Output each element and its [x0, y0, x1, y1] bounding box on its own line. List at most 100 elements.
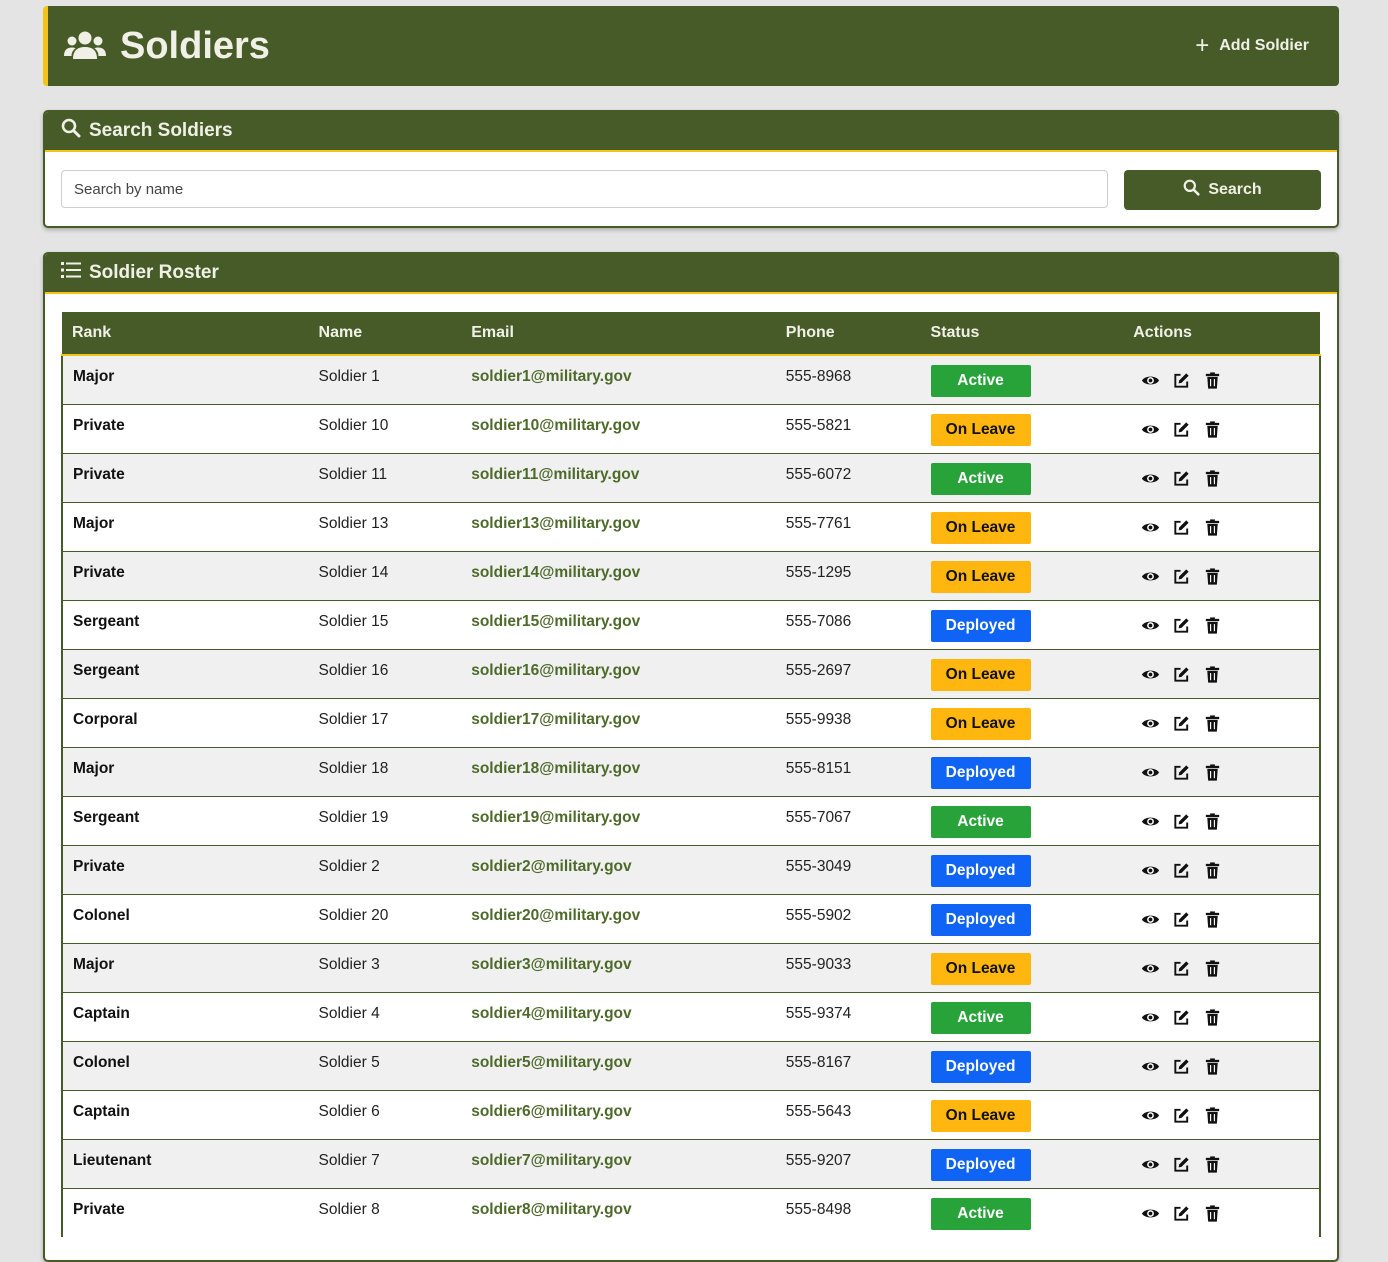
search-button[interactable]: Search	[1124, 170, 1321, 210]
phone-cell: 555-9374	[775, 991, 921, 1041]
name-cell: Soldier 19	[308, 795, 462, 845]
edit-icon[interactable]	[1172, 420, 1191, 439]
email-link[interactable]: soldier11@military.gov	[461, 452, 776, 502]
edit-icon[interactable]	[1172, 763, 1191, 782]
column-header-name[interactable]: Name	[308, 312, 462, 356]
column-header-status[interactable]: Status	[920, 312, 1124, 356]
eye-icon[interactable]	[1141, 910, 1160, 929]
eye-icon[interactable]	[1141, 1155, 1160, 1174]
column-header-rank[interactable]: Rank	[62, 312, 309, 356]
page-title: Soldiers	[120, 25, 270, 67]
rank-cell: Private	[61, 844, 309, 894]
table-row: Major Soldier 1 soldier1@military.gov 555-8…	[61, 355, 1321, 404]
trash-icon[interactable]	[1203, 1008, 1222, 1027]
email-link[interactable]: soldier3@military.gov	[461, 942, 776, 992]
eye-icon[interactable]	[1141, 861, 1160, 880]
trash-icon[interactable]	[1203, 812, 1222, 831]
eye-icon[interactable]	[1141, 371, 1160, 390]
trash-icon[interactable]	[1203, 665, 1222, 684]
table-row: Captain Soldier 4 soldier4@military.gov 555…	[61, 991, 1321, 1041]
email-link[interactable]: soldier19@military.gov	[461, 795, 776, 845]
users-icon	[64, 28, 106, 64]
trash-icon[interactable]	[1203, 1057, 1222, 1076]
phone-cell: 555-9033	[775, 942, 921, 992]
email-link[interactable]: soldier1@military.gov	[461, 355, 776, 404]
email-link[interactable]: soldier20@military.gov	[461, 893, 776, 943]
eye-icon[interactable]	[1141, 959, 1160, 978]
edit-icon[interactable]	[1172, 1057, 1191, 1076]
email-link[interactable]: soldier10@military.gov	[461, 403, 776, 453]
email-link[interactable]: soldier14@military.gov	[461, 550, 776, 600]
email-link[interactable]: soldier16@military.gov	[461, 648, 776, 698]
eye-icon[interactable]	[1141, 763, 1160, 782]
edit-icon[interactable]	[1172, 1106, 1191, 1125]
status-cell: On Leave	[920, 1089, 1124, 1139]
trash-icon[interactable]	[1203, 959, 1222, 978]
trash-icon[interactable]	[1203, 910, 1222, 929]
trash-icon[interactable]	[1203, 714, 1222, 733]
edit-icon[interactable]	[1172, 1204, 1191, 1223]
table-row: Private Soldier 10 soldier10@military.gov 5…	[61, 403, 1321, 453]
email-link[interactable]: soldier15@military.gov	[461, 599, 776, 649]
email-link[interactable]: soldier7@military.gov	[461, 1138, 776, 1188]
trash-icon[interactable]	[1203, 1204, 1222, 1223]
edit-icon[interactable]	[1172, 1008, 1191, 1027]
eye-icon[interactable]	[1141, 616, 1160, 635]
status-badge: On Leave	[930, 952, 1031, 985]
edit-icon[interactable]	[1172, 861, 1191, 880]
phone-cell: 555-5902	[775, 893, 921, 943]
phone-cell: 555-7761	[775, 501, 921, 551]
email-link[interactable]: soldier5@military.gov	[461, 1040, 776, 1090]
search-input[interactable]	[61, 170, 1108, 208]
table-row: Colonel Soldier 20 soldier20@military.gov 5…	[61, 893, 1321, 943]
column-header-phone[interactable]: Phone	[775, 312, 921, 356]
trash-icon[interactable]	[1203, 518, 1222, 537]
trash-icon[interactable]	[1203, 616, 1222, 635]
column-header-email[interactable]: Email	[461, 312, 776, 356]
eye-icon[interactable]	[1141, 469, 1160, 488]
edit-icon[interactable]	[1172, 714, 1191, 733]
eye-icon[interactable]	[1141, 420, 1160, 439]
table-row: Sergeant Soldier 16 soldier16@military.gov…	[61, 648, 1321, 698]
edit-icon[interactable]	[1172, 518, 1191, 537]
trash-icon[interactable]	[1203, 371, 1222, 390]
eye-icon[interactable]	[1141, 518, 1160, 537]
search-icon	[61, 118, 81, 144]
eye-icon[interactable]	[1141, 714, 1160, 733]
email-link[interactable]: soldier4@military.gov	[461, 991, 776, 1041]
trash-icon[interactable]	[1203, 567, 1222, 586]
trash-icon[interactable]	[1203, 469, 1222, 488]
edit-icon[interactable]	[1172, 665, 1191, 684]
eye-icon[interactable]	[1141, 812, 1160, 831]
add-soldier-button[interactable]: + Add Soldier	[1183, 30, 1321, 62]
email-link[interactable]: soldier6@military.gov	[461, 1089, 776, 1139]
trash-icon[interactable]	[1203, 861, 1222, 880]
eye-icon[interactable]	[1141, 1106, 1160, 1125]
edit-icon[interactable]	[1172, 812, 1191, 831]
name-cell: Soldier 3	[308, 942, 462, 992]
rank-cell: Major	[61, 942, 309, 992]
list-icon	[61, 261, 81, 285]
edit-icon[interactable]	[1172, 959, 1191, 978]
eye-icon[interactable]	[1141, 1057, 1160, 1076]
trash-icon[interactable]	[1203, 763, 1222, 782]
trash-icon[interactable]	[1203, 420, 1222, 439]
trash-icon[interactable]	[1203, 1106, 1222, 1125]
edit-icon[interactable]	[1172, 910, 1191, 929]
eye-icon[interactable]	[1141, 567, 1160, 586]
trash-icon[interactable]	[1203, 1155, 1222, 1174]
email-link[interactable]: soldier2@military.gov	[461, 844, 776, 894]
eye-icon[interactable]	[1141, 1204, 1160, 1223]
edit-icon[interactable]	[1172, 371, 1191, 390]
roster-table: Rank Name Email Phone Status Actions Maj…	[61, 312, 1321, 1237]
eye-icon[interactable]	[1141, 665, 1160, 684]
email-link[interactable]: soldier8@military.gov	[461, 1187, 776, 1237]
email-link[interactable]: soldier17@military.gov	[461, 697, 776, 747]
email-link[interactable]: soldier13@military.gov	[461, 501, 776, 551]
edit-icon[interactable]	[1172, 469, 1191, 488]
eye-icon[interactable]	[1141, 1008, 1160, 1027]
edit-icon[interactable]	[1172, 567, 1191, 586]
edit-icon[interactable]	[1172, 616, 1191, 635]
edit-icon[interactable]	[1172, 1155, 1191, 1174]
email-link[interactable]: soldier18@military.gov	[461, 746, 776, 796]
